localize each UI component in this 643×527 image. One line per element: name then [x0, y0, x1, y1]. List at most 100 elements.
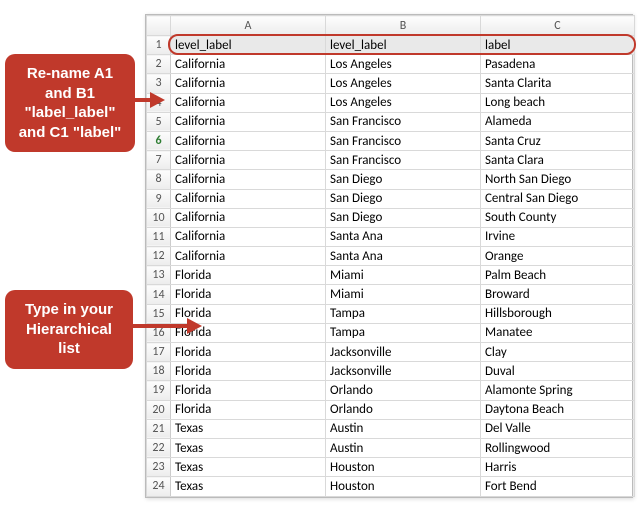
row-header[interactable]: 17	[147, 343, 171, 362]
row-header[interactable]: 20	[147, 400, 171, 419]
table-row[interactable]: 3CaliforniaLos AngelesSanta Clarita	[147, 74, 635, 93]
cell[interactable]: Duval	[481, 362, 635, 381]
cell[interactable]: San Diego	[326, 208, 481, 227]
cell[interactable]: Irvine	[481, 227, 635, 246]
table-row[interactable]: 12CaliforniaSanta AnaOrange	[147, 247, 635, 266]
table-row[interactable]: 8CaliforniaSan DiegoNorth San Diego	[147, 170, 635, 189]
cell[interactable]: Houston	[326, 458, 481, 477]
cell[interactable]: California	[171, 189, 326, 208]
table-row[interactable]: 21TexasAustinDel Valle	[147, 419, 635, 438]
row-header[interactable]: 8	[147, 170, 171, 189]
column-header-A[interactable]: A	[171, 16, 326, 36]
cell[interactable]: Houston	[326, 477, 481, 496]
cell[interactable]: level_label	[171, 36, 326, 55]
cell[interactable]: Hillsborough	[481, 304, 635, 323]
row-header[interactable]: 7	[147, 151, 171, 170]
row-header[interactable]: 22	[147, 438, 171, 457]
cell[interactable]: Los Angeles	[326, 74, 481, 93]
cell[interactable]: California	[171, 55, 326, 74]
column-header-C[interactable]: C	[481, 16, 635, 36]
cell[interactable]: Santa Ana	[326, 227, 481, 246]
row-header[interactable]: 21	[147, 419, 171, 438]
cell[interactable]: Miami	[326, 266, 481, 285]
cell[interactable]: label	[481, 36, 635, 55]
cell[interactable]: Florida	[171, 285, 326, 304]
cell[interactable]: Rollingwood	[481, 438, 635, 457]
cell[interactable]: Jacksonville	[326, 362, 481, 381]
cell[interactable]: Palm Beach	[481, 266, 635, 285]
row-header[interactable]: 19	[147, 381, 171, 400]
table-row[interactable]: 23TexasHoustonHarris	[147, 458, 635, 477]
row-header[interactable]: 24	[147, 477, 171, 496]
cell[interactable]: Texas	[171, 477, 326, 496]
cell[interactable]: Manatee	[481, 323, 635, 342]
cell[interactable]: San Diego	[326, 170, 481, 189]
row-header[interactable]: 10	[147, 208, 171, 227]
table-row[interactable]: 24TexasHoustonFort Bend	[147, 477, 635, 496]
cell[interactable]: California	[171, 74, 326, 93]
row-header[interactable]: 9	[147, 189, 171, 208]
table-row[interactable]: 17FloridaJacksonvilleClay	[147, 343, 635, 362]
cell[interactable]: San Diego	[326, 189, 481, 208]
table-row[interactable]: 5CaliforniaSan FranciscoAlameda	[147, 112, 635, 131]
cell[interactable]: North San Diego	[481, 170, 635, 189]
cell[interactable]: Austin	[326, 419, 481, 438]
cell[interactable]: California	[171, 170, 326, 189]
cell[interactable]: Daytona Beach	[481, 400, 635, 419]
cell[interactable]: Austin	[326, 438, 481, 457]
table-row[interactable]: 19FloridaOrlandoAlamonte Spring	[147, 381, 635, 400]
column-header-B[interactable]: B	[326, 16, 481, 36]
cell[interactable]: Florida	[171, 362, 326, 381]
table-row[interactable]: 13FloridaMiamiPalm Beach	[147, 266, 635, 285]
cell[interactable]: Orlando	[326, 400, 481, 419]
table-row[interactable]: 4CaliforniaLos AngelesLong beach	[147, 93, 635, 112]
cell[interactable]: California	[171, 151, 326, 170]
table-row[interactable]: 9CaliforniaSan DiegoCentral San Diego	[147, 189, 635, 208]
cell[interactable]: Alamonte Spring	[481, 381, 635, 400]
spreadsheet[interactable]: A B C 1level_labellevel_labellabel2Calif…	[145, 14, 633, 498]
cell[interactable]: Santa Cruz	[481, 131, 635, 150]
row-header[interactable]: 13	[147, 266, 171, 285]
cell[interactable]: California	[171, 247, 326, 266]
table-row[interactable]: 14FloridaMiami Broward	[147, 285, 635, 304]
cell[interactable]: California	[171, 131, 326, 150]
table-row[interactable]: 6CaliforniaSan FranciscoSanta Cruz	[147, 131, 635, 150]
row-header[interactable]: 5	[147, 112, 171, 131]
cell[interactable]: Texas	[171, 438, 326, 457]
row-header[interactable]: 23	[147, 458, 171, 477]
cell[interactable]: Jacksonville	[326, 343, 481, 362]
cell[interactable]: Los Angeles	[326, 55, 481, 74]
row-header[interactable]: 14	[147, 285, 171, 304]
cell[interactable]: Alameda	[481, 112, 635, 131]
table-row[interactable]: 7CaliforniaSan FranciscoSanta Clara	[147, 151, 635, 170]
table-row[interactable]: 18FloridaJacksonvilleDuval	[147, 362, 635, 381]
cell[interactable]: Florida	[171, 266, 326, 285]
cell[interactable]: level_label	[326, 36, 481, 55]
cell[interactable]: Los Angeles	[326, 93, 481, 112]
cell[interactable]: Santa Clarita	[481, 74, 635, 93]
cell[interactable]: Tampa	[326, 323, 481, 342]
row-header[interactable]: 15	[147, 304, 171, 323]
cell[interactable]: Florida	[171, 400, 326, 419]
cell[interactable]: California	[171, 208, 326, 227]
table-row[interactable]: 20FloridaOrlandoDaytona Beach	[147, 400, 635, 419]
cell[interactable]: Texas	[171, 419, 326, 438]
table-row[interactable]: 2CaliforniaLos AngelesPasadena	[147, 55, 635, 74]
table-row[interactable]: 22TexasAustinRollingwood	[147, 438, 635, 457]
cell[interactable]: California	[171, 112, 326, 131]
table-row[interactable]: 1level_labellevel_labellabel	[147, 36, 635, 55]
cell[interactable]: Harris	[481, 458, 635, 477]
row-header[interactable]: 12	[147, 247, 171, 266]
cell[interactable]: Broward	[481, 285, 635, 304]
select-all-corner[interactable]	[147, 16, 171, 36]
cell[interactable]: Pasadena	[481, 55, 635, 74]
table-row[interactable]: 15FloridaTampaHillsborough	[147, 304, 635, 323]
table-row[interactable]: 16FloridaTampaManatee	[147, 323, 635, 342]
cell[interactable]: Clay	[481, 343, 635, 362]
spreadsheet-table[interactable]: A B C 1level_labellevel_labellabel2Calif…	[146, 15, 635, 497]
cell[interactable]: Orlando	[326, 381, 481, 400]
cell[interactable]: Del Valle	[481, 419, 635, 438]
cell[interactable]: San Francisco	[326, 112, 481, 131]
cell[interactable]: Santa Clara	[481, 151, 635, 170]
row-header[interactable]: 18	[147, 362, 171, 381]
